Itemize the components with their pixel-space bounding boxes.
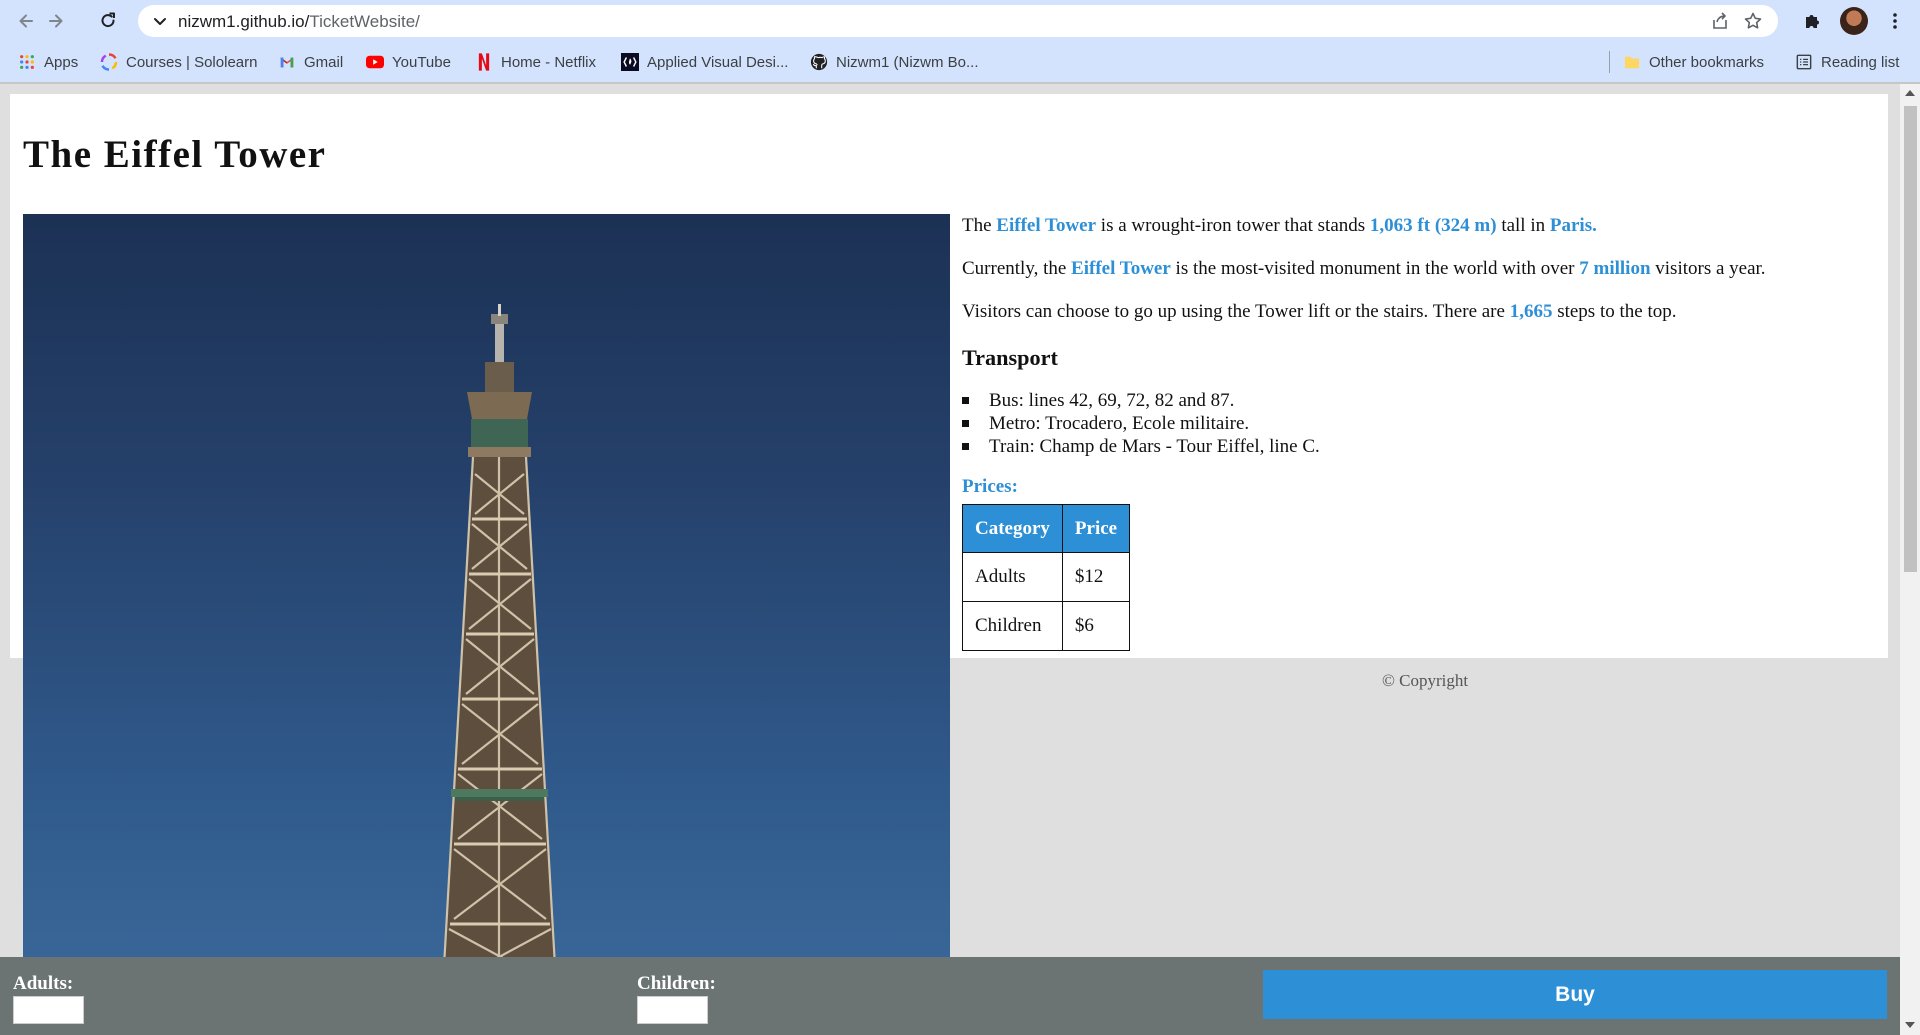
prices-label: Prices:: [962, 476, 1018, 497]
browser-chrome: nizwm1.github.io/TicketWebsite/ Apps Cou…: [0, 0, 1920, 84]
menu-button[interactable]: [1884, 10, 1906, 32]
gmail-icon: [278, 53, 296, 71]
bookmark-label: Home - Netflix: [501, 53, 597, 71]
column-header: Category: [962, 504, 1063, 553]
adults-label: Adults:: [13, 973, 74, 994]
visitors-paragraph: Currently, the Eiffel Tower is the most-…: [962, 257, 1766, 281]
list-item: Bus: lines 42, 69, 72, 82 and 87.: [962, 389, 1320, 412]
text: The: [962, 215, 997, 236]
buy-button[interactable]: Buy: [1263, 970, 1887, 1019]
table-row: Adults $12: [962, 552, 1131, 602]
address-bar[interactable]: nizwm1.github.io/TicketWebsite/: [138, 5, 1778, 37]
reload-icon: [101, 12, 115, 28]
text: visitors a year.: [1650, 258, 1766, 279]
bookmark-applied-visual-design[interactable]: Applied Visual Desi...: [621, 51, 788, 73]
youtube-icon: [366, 53, 384, 71]
browser-toolbar: nizwm1.github.io/TicketWebsite/: [0, 0, 1920, 42]
scroll-down-arrow-icon[interactable]: [1905, 1022, 1915, 1028]
bookmark-github[interactable]: Nizwm1 (Nizwm Bo...: [810, 51, 979, 73]
table-cell: Children: [962, 601, 1063, 651]
price-table: Category Price Adults $12 Children $6: [962, 504, 1131, 651]
reload-button[interactable]: [96, 9, 120, 33]
page-viewport: The Eiffel Tower The Eiffel Tower is a w…: [0, 84, 1900, 1035]
bookmarks-separator: [1609, 51, 1610, 73]
text: tall in: [1496, 215, 1550, 236]
transport-heading: Transport: [962, 345, 1058, 370]
text: is a wrought-iron tower that stands: [1096, 215, 1370, 236]
arrow-right-icon: [49, 14, 63, 28]
forward-button[interactable]: [44, 9, 68, 33]
bookmark-label: Apps: [44, 53, 79, 71]
intro-paragraph: The Eiffel Tower is a wrought-iron tower…: [962, 214, 1597, 238]
bookmark-apps[interactable]: Apps: [18, 51, 78, 73]
table-header-row: Category Price: [962, 504, 1131, 553]
bookmark-label: Gmail: [304, 53, 344, 71]
bookmark-youtube[interactable]: YouTube: [366, 51, 451, 73]
column-header: Price: [1061, 504, 1131, 553]
steps-paragraph: Visitors can choose to go up using the T…: [962, 300, 1676, 324]
highlight-paris: Paris.: [1549, 215, 1597, 236]
url-text[interactable]: nizwm1.github.io/TicketWebsite/: [178, 12, 420, 32]
extensions-button[interactable]: [1801, 10, 1823, 32]
share-icon[interactable]: [1710, 11, 1730, 31]
other-bookmarks[interactable]: Other bookmarks: [1623, 51, 1764, 73]
table-cell: Adults: [962, 552, 1063, 602]
bookmark-label: Applied Visual Desi...: [647, 53, 789, 71]
reading-list-icon: [1795, 53, 1813, 71]
url-path: TicketWebsite/: [309, 12, 420, 31]
puzzle-icon: [1806, 15, 1819, 28]
highlight-step-count: 1,665: [1509, 301, 1553, 322]
profile-avatar[interactable]: [1840, 7, 1868, 35]
table-cell: $12: [1061, 552, 1131, 602]
children-label: Children:: [637, 973, 716, 994]
list-item: Train: Champ de Mars - Tour Eiffel, line…: [962, 435, 1320, 458]
bookmark-label: Courses | Sololearn: [126, 53, 258, 71]
reading-list-label: Reading list: [1821, 53, 1900, 71]
bookmark-label: Nizwm1 (Nizwm Bo...: [836, 53, 979, 71]
netflix-icon: [475, 53, 493, 71]
table-cell: $6: [1061, 601, 1131, 651]
bookmark-label: YouTube: [392, 53, 451, 71]
highlight-height: 1,063 ft (324 m): [1369, 215, 1497, 236]
sololearn-icon: [100, 53, 118, 71]
eiffel-tower-illustration: [441, 304, 558, 984]
page-title: The Eiffel Tower: [23, 133, 327, 176]
other-bookmarks-label: Other bookmarks: [1649, 53, 1765, 71]
text: Currently, the: [962, 258, 1072, 279]
star-icon[interactable]: [1743, 11, 1763, 31]
kebab-menu-icon: [1893, 13, 1897, 29]
back-button[interactable]: [14, 9, 38, 33]
bookmark-gmail[interactable]: Gmail: [278, 51, 343, 73]
highlight-eiffel-tower: Eiffel Tower: [996, 215, 1097, 236]
text: is the most-visited monument in the worl…: [1170, 258, 1580, 279]
arrow-left-icon: [19, 14, 33, 28]
eiffel-tower-image: [23, 214, 950, 984]
freecodecamp-icon: [621, 53, 639, 71]
vertical-scrollbar[interactable]: [1900, 84, 1920, 1035]
list-item: Metro: Trocadero, Ecole militaire.: [962, 412, 1320, 435]
ticket-footer-bar: Adults: Children: Buy: [0, 957, 1900, 1035]
text: Visitors can choose to go up using the T…: [962, 301, 1510, 322]
table-row: Children $6: [962, 601, 1131, 651]
highlight-visitor-count: 7 million: [1579, 258, 1651, 279]
reading-list[interactable]: Reading list: [1795, 51, 1899, 73]
adults-quantity-input[interactable]: [13, 996, 84, 1024]
url-host: nizwm1.github.io/: [178, 12, 310, 31]
bookmark-netflix[interactable]: Home - Netflix: [475, 51, 596, 73]
chevron-down-icon[interactable]: [150, 11, 170, 31]
scroll-thumb[interactable]: [1904, 106, 1917, 572]
copyright-text: © Copyright: [1382, 671, 1469, 690]
children-quantity-input[interactable]: [637, 996, 708, 1024]
github-icon: [810, 53, 828, 71]
bookmark-sololearn[interactable]: Courses | Sololearn: [100, 51, 257, 73]
apps-grid-icon: [18, 53, 36, 71]
text: steps to the top.: [1552, 301, 1677, 322]
bookmarks-bar: Apps Courses | Sololearn Gmail YouTube H…: [0, 42, 1920, 82]
transport-list: Bus: lines 42, 69, 72, 82 and 87. Metro:…: [962, 389, 1320, 458]
scroll-up-arrow-icon[interactable]: [1905, 90, 1915, 96]
highlight-eiffel-tower: Eiffel Tower: [1071, 258, 1171, 279]
folder-icon: [1623, 53, 1641, 71]
